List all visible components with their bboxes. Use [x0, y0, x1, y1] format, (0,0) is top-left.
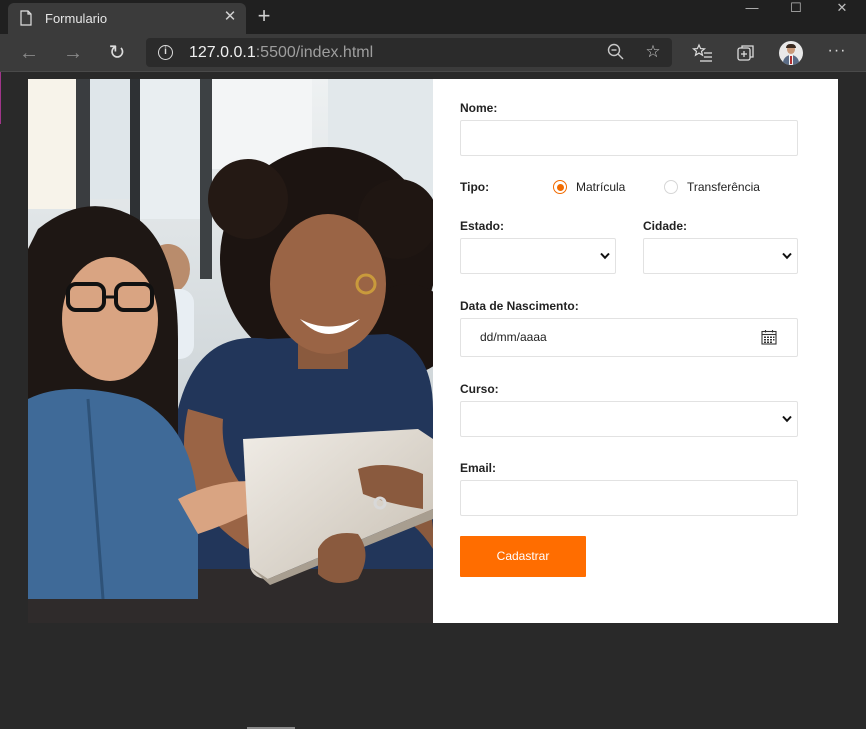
avatar[interactable] [779, 41, 803, 65]
curso-select[interactable] [460, 401, 798, 437]
radio-transferencia[interactable] [664, 180, 678, 194]
nascimento-input[interactable]: dd/mm/aaaa [460, 318, 798, 357]
email-input[interactable] [460, 480, 798, 516]
name-label: Nome: [460, 101, 498, 115]
avatar-hair [786, 44, 796, 48]
zoom-out-icon[interactable] [606, 42, 626, 62]
form-card: Nome: Tipo: Matrícula Transferência Esta… [28, 79, 838, 623]
chevron-down-icon [782, 252, 792, 260]
collections-icon[interactable] [735, 42, 757, 64]
page-icon [20, 10, 32, 26]
chevron-down-icon [782, 415, 792, 423]
info-icon[interactable]: i [158, 45, 173, 60]
cidade-select[interactable] [643, 238, 798, 274]
favorite-star-icon[interactable]: ☆ [643, 42, 663, 62]
chevron-down-icon [600, 252, 610, 260]
email-label: Email: [460, 461, 497, 475]
url-host: 127.0.0.1 [189, 44, 256, 61]
registration-form: Nome: Tipo: Matrícula Transferência Esta… [460, 79, 838, 623]
estado-label: Estado: [460, 219, 505, 233]
name-input[interactable] [460, 120, 798, 156]
more-icon[interactable]: ··· [826, 42, 848, 64]
cidade-label: Cidade: [643, 219, 688, 233]
active-tab[interactable]: Formulario ✕ [8, 3, 246, 34]
favorites-list-icon[interactable] [692, 42, 714, 64]
curso-label: Curso: [460, 382, 499, 396]
back-icon[interactable]: ← [15, 39, 43, 67]
minimize-icon[interactable]: — [730, 0, 774, 16]
radio-matricula[interactable] [553, 180, 567, 194]
radio-transferencia-label[interactable]: Transferência [687, 180, 760, 194]
avatar-tie [790, 56, 792, 64]
url-path: :5500/index.html [255, 44, 374, 61]
plus-icon[interactable]: + [254, 5, 274, 27]
students-photo [28, 79, 433, 623]
address-bar[interactable]: i 127.0.0.1:5500/index.html ☆ [146, 38, 672, 67]
window-edge-accent [0, 72, 1, 124]
window-close-icon[interactable]: ✕ [820, 0, 864, 16]
nascimento-label: Data de Nascimento: [460, 299, 579, 313]
date-placeholder: dd/mm/aaaa [480, 330, 547, 344]
maximize-icon[interactable]: ☐ [774, 0, 818, 16]
close-icon[interactable]: ✕ [222, 9, 238, 25]
cadastrar-button[interactable]: Cadastrar [460, 536, 586, 577]
calendar-icon[interactable] [761, 329, 777, 345]
browser-toolbar: ← → ↻ i 127.0.0.1:5500/index.html ☆ ··· [0, 34, 866, 72]
reload-icon[interactable]: ↻ [103, 39, 131, 67]
tipo-label: Tipo: [460, 180, 490, 194]
url-text[interactable]: 127.0.0.1:5500/index.html [189, 44, 373, 62]
tab-strip: Formulario ✕ + — ☐ ✕ [0, 0, 866, 34]
forward-icon[interactable]: → [59, 39, 87, 67]
estado-select[interactable] [460, 238, 616, 274]
radio-matricula-label[interactable]: Matrícula [576, 180, 625, 194]
tab-title: Formulario [45, 11, 108, 26]
